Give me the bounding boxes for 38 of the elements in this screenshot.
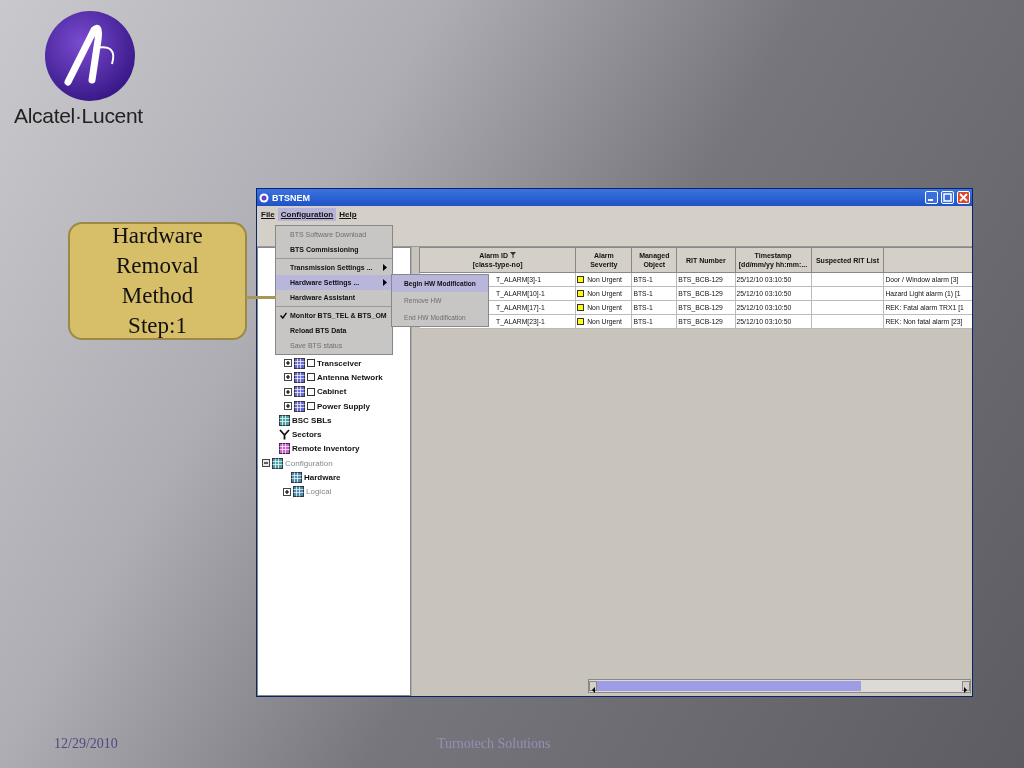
checkbox[interactable]	[307, 387, 315, 396]
arrow-right-icon	[963, 686, 969, 694]
logo-icon	[44, 10, 136, 102]
scroll-thumb[interactable]	[597, 681, 861, 691]
brand-name: Alcatel·Lucent	[14, 104, 143, 128]
tree-item[interactable]: Cabinet	[317, 387, 347, 397]
scroll-left-button[interactable]	[589, 681, 597, 691]
expand-icon[interactable]	[284, 373, 292, 382]
horizontal-scrollbar[interactable]	[588, 679, 971, 693]
footer-date: 12/29/2010	[54, 736, 118, 752]
window-title: BTSNEM	[272, 192, 311, 203]
tree-item[interactable]: Sectors	[292, 430, 322, 440]
maximize-icon	[943, 193, 952, 202]
close-button[interactable]	[957, 191, 970, 204]
tree-item[interactable]: Remote Inventory	[292, 444, 360, 454]
menu-item[interactable]: File	[258, 207, 278, 221]
tree-item[interactable]: Power Supply	[317, 401, 370, 411]
tree-item[interactable]: Transceiver	[317, 358, 362, 368]
maximize-button[interactable]	[941, 191, 954, 204]
checkbox[interactable]	[307, 359, 315, 368]
checkbox[interactable]	[307, 402, 315, 411]
scroll-right-button[interactable]	[962, 681, 970, 691]
expand-icon[interactable]	[284, 402, 292, 411]
tree-item[interactable]: BSC SBLs	[292, 415, 332, 425]
footer-text: Turnotech Solutions	[437, 736, 551, 752]
expand-icon[interactable]	[284, 359, 292, 368]
close-icon	[959, 193, 968, 202]
minimize-button[interactable]	[925, 191, 938, 204]
app-icon	[259, 192, 269, 203]
checkbox[interactable]	[307, 373, 315, 382]
arrow-left-icon	[590, 686, 596, 694]
menu-item[interactable]: Help	[336, 207, 360, 221]
menu-item[interactable]: Configuration	[277, 207, 337, 221]
expand-icon[interactable]	[284, 387, 292, 396]
tree-item[interactable]: Antenna Network	[317, 372, 383, 382]
callout-text: Hardware Removal Method Step:1	[111, 222, 204, 340]
leader-line	[246, 295, 276, 299]
antenna-icon	[279, 429, 290, 441]
